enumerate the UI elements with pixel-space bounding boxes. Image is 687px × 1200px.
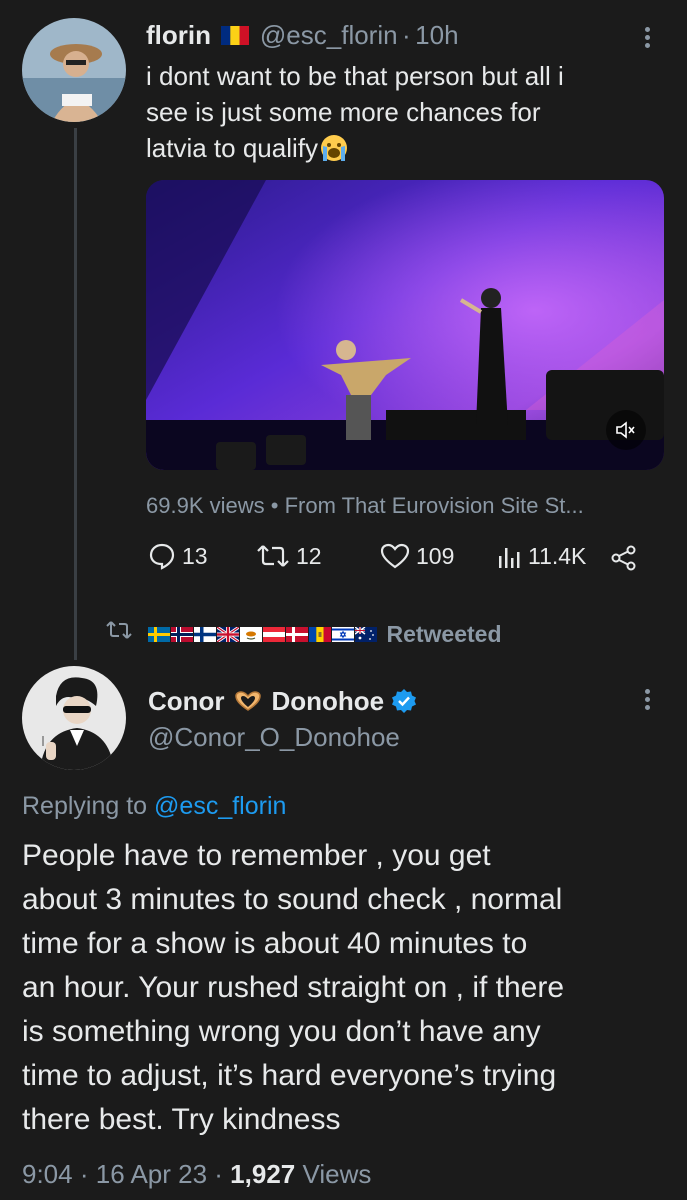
dot-separator: · xyxy=(214,1159,231,1189)
tweet2-meta: 9:04 · 16 Apr 23 · 1,927 Views xyxy=(22,1159,371,1190)
dot-separator: · xyxy=(79,1159,96,1189)
tweet1-more-icon[interactable] xyxy=(645,24,653,51)
tweet2-text-line: about 3 minutes to sound check , normal xyxy=(22,883,563,916)
flag-cyprus-icon xyxy=(240,627,262,642)
flag-uk-icon xyxy=(216,625,240,644)
retweet-icon xyxy=(257,545,289,567)
crying-face-emoji-icon xyxy=(320,134,348,162)
tweet2-more-icon[interactable] xyxy=(645,686,653,713)
reply-icon xyxy=(149,543,175,570)
heart-icon xyxy=(380,543,410,569)
tweet1-text-line: see is just some more chances for xyxy=(146,97,541,127)
reply-count: 13 xyxy=(182,542,208,569)
tweet1-header: florin @esc_florin · 10h xyxy=(146,20,459,51)
avatar-florin-image xyxy=(22,18,126,122)
tweet2-text-line: an hour. Your rushed straight on , if th… xyxy=(22,971,565,1004)
thread-line xyxy=(74,128,77,660)
tweet2-text-line: People have to remember , you get xyxy=(22,839,491,872)
flag-norway-icon xyxy=(171,627,193,642)
tweet1-source-link[interactable]: From That Eurovision Site St... xyxy=(285,493,584,518)
romania-flag-icon xyxy=(221,26,250,45)
tweet2-author-name[interactable]: Conor Donohoe xyxy=(148,686,417,717)
tweet2-text-line: time to adjust, it’s hard everyone’s try… xyxy=(22,1059,557,1092)
tweet2-name-last: Donohoe xyxy=(271,686,385,716)
tweet1-author-name[interactable]: florin xyxy=(146,20,211,50)
replying-to-handle[interactable]: @esc_florin xyxy=(154,792,286,820)
flag-denmark-icon xyxy=(286,627,308,642)
dot-separator: • xyxy=(270,493,285,518)
avatar-florin[interactable] xyxy=(22,18,126,122)
tweet1-text: i dont want to be that person but all i … xyxy=(146,58,666,166)
heart-hands-emoji-icon xyxy=(233,689,263,713)
tweet2-text-line: is something wrong you don’t have any xyxy=(22,1015,541,1048)
tweet2-date[interactable]: 16 Apr 23 xyxy=(96,1159,207,1189)
tweet2-text-line: time for a show is about 40 minutes to xyxy=(22,927,528,960)
retweet-button[interactable]: 12 xyxy=(256,542,322,570)
retweeted-label: Retweeted xyxy=(386,621,502,647)
retweet-banner-icon xyxy=(106,619,132,646)
replying-to-prefix: Replying to xyxy=(22,792,148,820)
tweet2-views-label: Views xyxy=(302,1159,372,1189)
views-button[interactable]: 11.4K xyxy=(496,542,586,570)
analytics-icon xyxy=(499,548,520,568)
share-icon[interactable] xyxy=(610,544,638,577)
flag-israel-icon xyxy=(332,627,354,642)
flag-austria-icon xyxy=(263,627,285,642)
tweet2-time[interactable]: 9:04 xyxy=(22,1159,73,1189)
flag-finland-icon xyxy=(194,627,216,642)
replying-to: Replying to @esc_florin xyxy=(22,792,286,821)
like-button[interactable]: 109 xyxy=(380,542,454,570)
tweet1-timestamp[interactable]: 10h xyxy=(415,20,458,50)
tweet1-text-line-last: latvia to qualify xyxy=(146,130,666,166)
retweet-banner: Retweeted xyxy=(148,621,502,648)
tweet1-media-meta: 69.9K views • From That Eurovision Site … xyxy=(146,493,584,519)
tweet1-text-line: i dont want to be that person but all i xyxy=(146,61,564,91)
concert-video-frame xyxy=(146,180,664,470)
tweet1-separator: · xyxy=(402,20,411,50)
views-count: 11.4K xyxy=(528,542,587,569)
flag-moldova-icon xyxy=(309,627,331,642)
avatar-conor[interactable] xyxy=(22,666,126,770)
tweet2-author-handle[interactable]: @Conor_O_Donohoe xyxy=(148,722,400,753)
reply-button[interactable]: 13 xyxy=(148,542,208,570)
tweet1-video[interactable] xyxy=(146,180,664,470)
flag-sweden-icon xyxy=(148,627,170,642)
tweet1-author-handle[interactable]: @esc_florin xyxy=(260,20,398,50)
tweet2-views-count: 1,927 xyxy=(230,1159,296,1189)
verified-badge-icon xyxy=(391,688,417,714)
tweet1-text-line3: latvia to qualify xyxy=(146,133,318,163)
retweet-count: 12 xyxy=(296,542,322,569)
flag-australia-icon xyxy=(354,626,377,642)
tweet1-view-count: 69.9K views xyxy=(146,493,265,518)
tweet2-name-first: Conor xyxy=(148,686,225,716)
tweet2-text-line: there best. Try kindness xyxy=(22,1103,341,1136)
like-count: 109 xyxy=(416,542,455,569)
mute-icon[interactable] xyxy=(606,410,646,450)
avatar-conor-image xyxy=(22,666,126,770)
tweet2-text: People have to remember , you get about … xyxy=(22,834,672,1142)
